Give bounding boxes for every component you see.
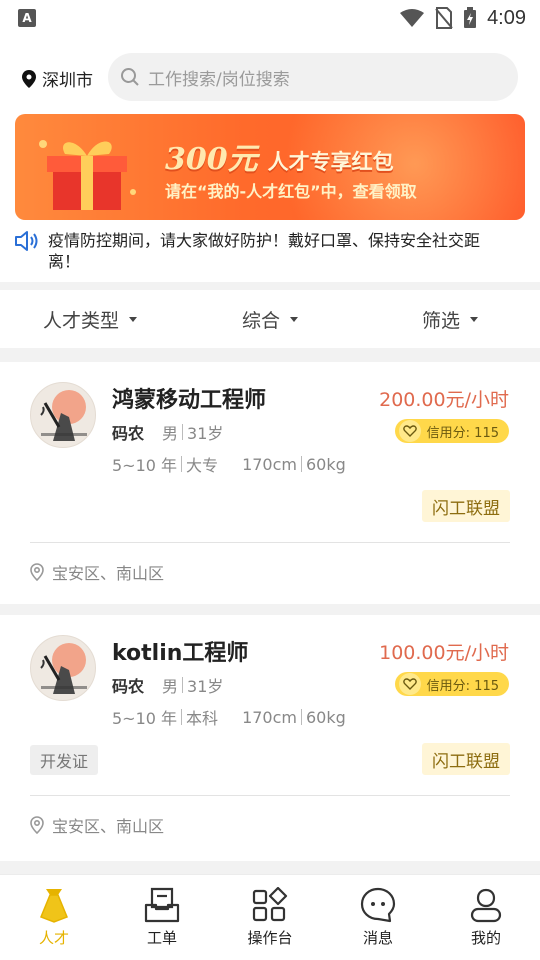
nickname: 码农: [112, 424, 145, 443]
tab-console[interactable]: 操作台: [216, 875, 324, 960]
filter-sort[interactable]: 综合: [180, 306, 360, 333]
experience: 5~10 年: [112, 456, 178, 475]
location-selector[interactable]: 深圳市: [22, 66, 93, 91]
notice-text: 疫情防控期间，请大家做好防护！戴好口罩、保持安全社交距离！: [48, 231, 481, 271]
app-notification-icon: A: [18, 9, 36, 27]
separator: [181, 709, 183, 725]
notice-bar: 疫情防控期间，请大家做好防护！戴好口罩、保持安全社交距离！: [14, 230, 514, 272]
search-input[interactable]: 工作搜索/岗位搜索: [108, 53, 518, 101]
profile-row: 码农 男 31岁: [112, 673, 223, 697]
tab-label: 消息: [362, 929, 393, 947]
tab-label: 操作台: [247, 929, 293, 947]
status-bar: A 4:09: [0, 0, 540, 36]
separator: [182, 677, 184, 693]
separator: [182, 424, 184, 440]
education: 大专: [186, 456, 219, 475]
gift-box-icon: [39, 140, 136, 210]
credit-badge: 信用分: 115: [394, 419, 509, 443]
address-row: 宝安区、南山区: [30, 813, 164, 837]
nickname: 码农: [112, 677, 145, 696]
divider: [30, 542, 510, 543]
age: 31岁: [187, 677, 224, 696]
credit-score: 信用分: 115: [426, 678, 499, 694]
tab-label: 我的: [470, 929, 501, 947]
no-sim-icon: [435, 7, 453, 29]
tab-profile[interactable]: 我的: [432, 875, 540, 960]
weight: 60kg: [305, 454, 346, 474]
filter-screen[interactable]: 筛选: [360, 306, 540, 333]
divider: [30, 795, 510, 796]
detail-row: 5~10 年 本科 170cm 60kg: [112, 705, 346, 729]
speaker-icon: [15, 231, 38, 251]
status-time: 4:09: [487, 6, 526, 29]
talent-card[interactable]: kotlin工程师 码农 男 31岁 5~10 年 本科 170cm 60kg …: [0, 615, 540, 861]
credit-score: 信用分: 115: [426, 425, 499, 441]
education: 本科: [186, 709, 219, 728]
search-icon: [121, 68, 139, 86]
profile-row: 码农 男 31岁: [112, 420, 223, 444]
gender: 男: [162, 424, 179, 443]
alliance-tag: 闪工联盟: [422, 743, 510, 775]
hourly-price: 200.00元/小时: [379, 389, 509, 411]
dropdown-arrow-icon: [470, 316, 478, 322]
header: 深圳市 工作搜索/岗位搜索 300元 人才专享红包 请在“我的-人才红包”中，查…: [0, 36, 540, 282]
location-outline-icon: [30, 816, 44, 834]
location-outline-icon: [30, 563, 44, 581]
dropdown-arrow-icon: [290, 316, 298, 322]
address-text: 宝安区、南山区: [52, 564, 165, 583]
filter-label: 筛选: [421, 309, 460, 332]
promo-banner[interactable]: 300元 人才专享红包 请在“我的-人才红包”中，查看领取: [15, 114, 525, 220]
banner-amount: 300元: [165, 142, 258, 177]
height: 170cm: [242, 454, 297, 474]
battery-charging-icon: [464, 7, 477, 28]
message-icon: [360, 887, 396, 923]
address-text: 宝安区、南山区: [52, 817, 165, 836]
banner-instruction: 请在“我的-人才红包”中，查看领取: [165, 182, 417, 201]
filter-bar: 人才类型 综合 筛选: [0, 290, 540, 348]
detail-row: 5~10 年 大专 170cm 60kg: [112, 452, 346, 476]
avatar: [30, 382, 96, 448]
separator: [300, 709, 302, 725]
avatar: [30, 635, 96, 701]
bottom-tab-bar: 人才 工单 操作台 消息 我的: [0, 874, 540, 960]
separator: [181, 456, 183, 472]
certificate-tag: 开发证: [30, 745, 99, 775]
filter-talent-type[interactable]: 人才类型: [0, 306, 180, 333]
gender: 男: [162, 677, 179, 696]
tab-label: 工单: [146, 929, 177, 947]
tab-messages[interactable]: 消息: [324, 875, 432, 960]
console-icon: [252, 887, 288, 922]
weight: 60kg: [305, 707, 346, 727]
alliance-tag: 闪工联盟: [422, 490, 510, 522]
wifi-icon: [400, 9, 425, 27]
workorder-icon: [144, 887, 180, 923]
separator: [300, 456, 302, 472]
experience: 5~10 年: [112, 709, 178, 728]
credit-badge: 信用分: 115: [394, 672, 509, 696]
dropdown-arrow-icon: [129, 316, 137, 322]
location-pin-icon: [22, 69, 36, 88]
filter-label: 综合: [241, 309, 280, 332]
job-title: kotlin工程师: [112, 641, 249, 666]
hourly-price: 100.00元/小时: [379, 642, 509, 664]
height: 170cm: [242, 707, 297, 727]
tab-workorder[interactable]: 工单: [108, 875, 216, 960]
filter-label: 人才类型: [42, 309, 119, 332]
talent-icon: [40, 889, 68, 923]
talent-card[interactable]: 鸿蒙移动工程师 码农 男 31岁 5~10 年 大专 170cm 60kg 20…: [0, 362, 540, 604]
tab-talent[interactable]: 人才: [0, 875, 108, 960]
city-label: 深圳市: [42, 71, 93, 91]
age: 31岁: [187, 424, 224, 443]
address-row: 宝安区、南山区: [30, 560, 164, 584]
job-title: 鸿蒙移动工程师: [112, 388, 267, 413]
search-placeholder: 工作搜索/岗位搜索: [148, 69, 290, 90]
banner-subtitle: 人才专享红包: [267, 150, 394, 174]
heart-icon: [402, 425, 417, 437]
tab-label: 人才: [38, 929, 69, 947]
heart-icon: [402, 678, 417, 690]
profile-icon: [470, 888, 502, 923]
